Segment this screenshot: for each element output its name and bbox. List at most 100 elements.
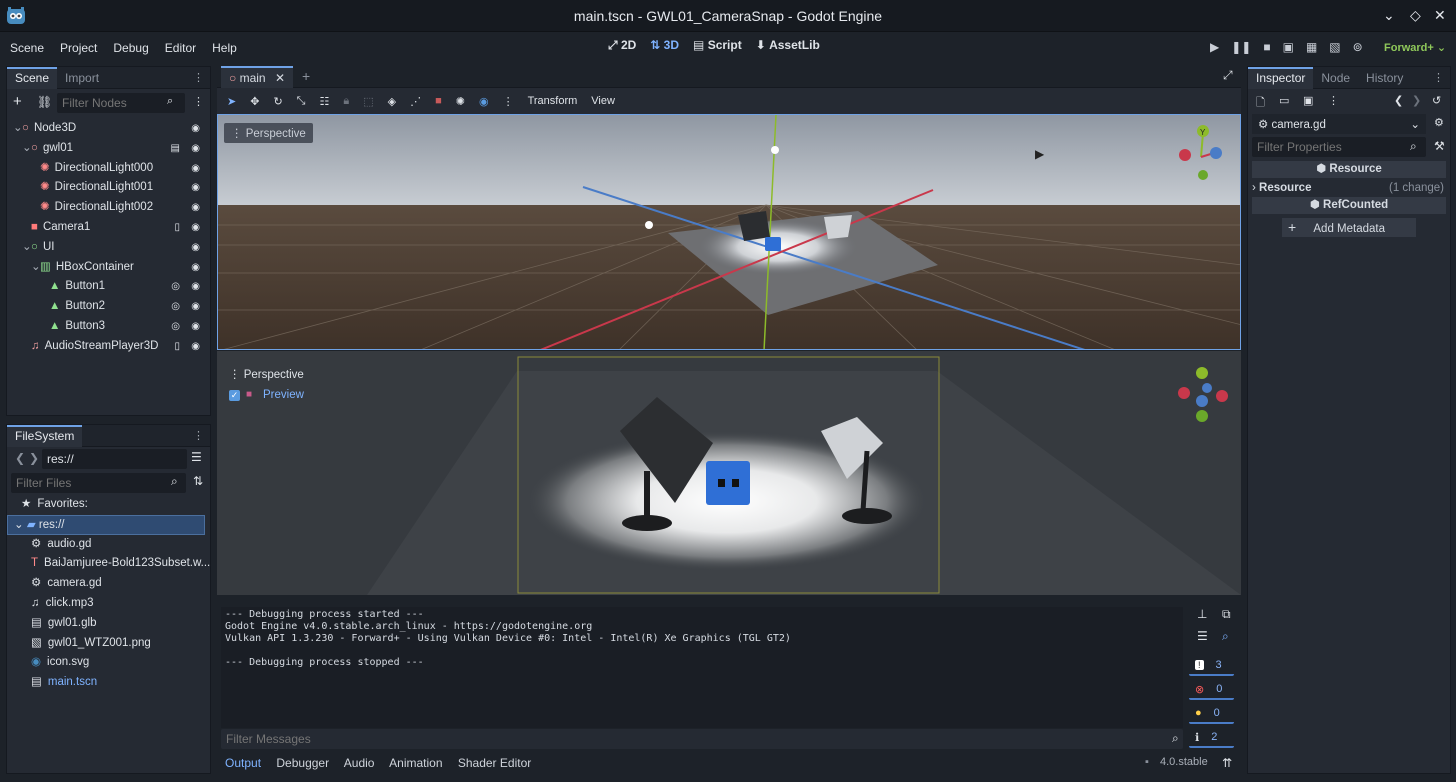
script-icon[interactable]: ▯ bbox=[174, 218, 180, 238]
lock-icon[interactable]: 🔒︎ bbox=[343, 95, 349, 108]
remote-debug-icon[interactable]: ▣ bbox=[1283, 40, 1294, 54]
preview-label[interactable]: Preview bbox=[263, 389, 304, 401]
res-root-row[interactable]: ⌄ ▰ res:// bbox=[7, 514, 205, 535]
move-tool-icon[interactable]: ✥ bbox=[250, 95, 259, 108]
minimize-icon[interactable]: ⌄ bbox=[1383, 7, 1395, 24]
rotate-tool-icon[interactable]: ↻ bbox=[273, 95, 282, 108]
visibility-eye-icon[interactable]: ◉ bbox=[191, 238, 200, 258]
history-forward-icon[interactable]: ❯ bbox=[1412, 94, 1421, 107]
chevron-down-icon[interactable]: ⌄ bbox=[31, 258, 41, 278]
tab-shader-editor[interactable]: Shader Editor bbox=[458, 756, 531, 770]
scene-node-row[interactable]: ⌄○ gwl01 ◉ ▤ bbox=[7, 139, 210, 159]
new-resource-icon[interactable]: 🗋︎ bbox=[1256, 94, 1265, 113]
search-toggle-icon[interactable]: ⌕ bbox=[1222, 629, 1229, 644]
add-metadata-button[interactable]: + Add Metadata bbox=[1282, 218, 1416, 237]
file-row[interactable]: ⚙ camera.gd bbox=[7, 574, 210, 594]
distraction-free-icon[interactable]: ⤢ bbox=[1223, 68, 1233, 83]
menu-scene[interactable]: Scene bbox=[0, 41, 52, 55]
clapper-icon[interactable]: ▤ bbox=[171, 139, 180, 159]
tab-filesystem[interactable]: FileSystem bbox=[7, 424, 83, 447]
viewport-top[interactable]: Y ⋮ Perspective ▶ bbox=[217, 114, 1241, 350]
script-icon[interactable]: ▯ bbox=[174, 337, 180, 357]
play-icon[interactable]: ▶ bbox=[1210, 40, 1219, 54]
viewport-bottom[interactable]: ⋮ Perspective ✓ ■ Preview bbox=[217, 351, 1241, 595]
transform-menu[interactable]: Transform bbox=[528, 95, 578, 107]
perspective-menu-bottom[interactable]: ⋮ Perspective bbox=[229, 367, 304, 381]
tab-history[interactable]: History bbox=[1358, 67, 1411, 89]
object-properties-icon[interactable]: ⚙ bbox=[1434, 116, 1444, 129]
favorites-row[interactable]: ★ Favorites: bbox=[7, 495, 210, 515]
inspector-menu-icon[interactable]: ⋮ bbox=[1433, 71, 1444, 84]
tab-animation[interactable]: Animation bbox=[389, 756, 442, 770]
file-row[interactable]: T BaiJamjuree-Bold123Subset.w... bbox=[7, 554, 210, 574]
local-space-icon[interactable]: ◈ bbox=[388, 95, 396, 108]
filesystem-menu-icon[interactable]: ⋮ bbox=[193, 429, 204, 442]
file-row[interactable]: ▤ main.tscn bbox=[7, 673, 210, 693]
scene-dock-menu-icon[interactable]: ⋮ bbox=[193, 71, 204, 84]
add-tab-icon[interactable]: + bbox=[302, 68, 310, 84]
signal-icon[interactable]: ◎ bbox=[171, 277, 180, 297]
close-window-icon[interactable]: ✕ bbox=[1434, 7, 1446, 24]
path-field[interactable] bbox=[42, 449, 187, 469]
perspective-menu-top[interactable]: ⋮ Perspective bbox=[224, 123, 313, 143]
menu-help[interactable]: Help bbox=[204, 41, 245, 55]
movie-maker-icon[interactable]: ⊚ bbox=[1353, 40, 1363, 54]
stop-icon[interactable]: ■ bbox=[1263, 40, 1270, 54]
snap-icon[interactable]: ⋰ bbox=[410, 95, 421, 108]
expand-panel-icon[interactable]: ⇈ bbox=[1222, 756, 1232, 770]
maximize-icon[interactable]: ◇ bbox=[1410, 7, 1421, 24]
section-resource[interactable]: ⬢ Resource bbox=[1252, 161, 1446, 178]
file-row[interactable]: ▤ gwl01.glb bbox=[7, 614, 210, 634]
clear-output-icon[interactable]: ⊥ bbox=[1197, 607, 1207, 621]
play-scene-icon[interactable]: ▦ bbox=[1306, 40, 1317, 54]
visibility-eye-icon[interactable]: ◉ bbox=[191, 119, 200, 139]
scene-node-row[interactable]: ■ Camera1 ◉ ▯ bbox=[7, 218, 210, 238]
chevron-down-icon[interactable]: ⌄ bbox=[13, 119, 23, 139]
open-folder-icon[interactable]: ▭ bbox=[1279, 94, 1289, 107]
visibility-eye-icon[interactable]: ◉ bbox=[191, 258, 200, 278]
visibility-eye-icon[interactable]: ◉ bbox=[191, 317, 200, 337]
visibility-eye-icon[interactable]: ◉ bbox=[191, 297, 200, 317]
tab-audio[interactable]: Audio bbox=[344, 756, 375, 770]
visibility-eye-icon[interactable]: ◉ bbox=[191, 178, 200, 198]
environment-icon[interactable]: ◉ bbox=[479, 95, 489, 108]
camera-icon[interactable]: ■ bbox=[435, 95, 442, 107]
tab-import[interactable]: Import bbox=[57, 67, 107, 89]
scene-node-row[interactable]: ⌄○ UI ◉ bbox=[7, 238, 210, 258]
view-menu[interactable]: View bbox=[591, 95, 615, 107]
scene-filter-menu-icon[interactable]: ⋮ bbox=[193, 95, 204, 108]
warnings-filter-toggle[interactable]: ● 0 bbox=[1189, 704, 1234, 724]
pause-icon[interactable]: ❚❚ bbox=[1231, 40, 1251, 54]
workspace-assetlib-button[interactable]: ⬇ AssetLib bbox=[756, 38, 820, 53]
chevron-down-icon[interactable]: ⌄ bbox=[22, 139, 32, 159]
filter-messages-input[interactable] bbox=[221, 729, 1183, 749]
save-icon[interactable]: ▣ bbox=[1303, 94, 1313, 107]
forward-icon[interactable]: ❯ bbox=[29, 451, 39, 465]
property-resource[interactable]: › Resource (1 change) bbox=[1252, 180, 1446, 197]
scene-node-row[interactable]: ⌄▥ HBoxContainer ◉ bbox=[7, 258, 210, 278]
preview-checkbox[interactable]: ✓ bbox=[229, 390, 240, 401]
scene-node-row[interactable]: ✺ DirectionalLight002 ◉ bbox=[7, 198, 210, 218]
play-custom-scene-icon[interactable]: ▧ bbox=[1329, 40, 1340, 54]
group-icon[interactable]: ⬚ bbox=[363, 95, 373, 108]
property-tools-icon[interactable]: ⚒ bbox=[1434, 139, 1445, 153]
scale-tool-icon[interactable]: ⤡ bbox=[297, 95, 306, 108]
tab-inspector[interactable]: Inspector bbox=[1248, 66, 1314, 89]
workspace-3d-button[interactable]: ⇅ 3D bbox=[650, 38, 679, 53]
link-icon[interactable]: ⛓ bbox=[37, 95, 52, 109]
messages-filter-toggle[interactable]: ! 3 bbox=[1189, 656, 1234, 676]
visibility-eye-icon[interactable]: ◉ bbox=[191, 218, 200, 238]
toolbar-menu-icon[interactable]: ⋮ bbox=[503, 95, 514, 108]
renderer-select[interactable]: Forward+ ⌄ bbox=[1384, 41, 1446, 54]
menu-editor[interactable]: Editor bbox=[157, 41, 204, 55]
scene-node-row[interactable]: ♫ AudioStreamPlayer3D ◉ ▯ bbox=[7, 337, 210, 357]
errors-filter-toggle[interactable]: ⊗ 0 bbox=[1189, 680, 1234, 700]
chevron-down-icon[interactable]: ⌄ bbox=[22, 238, 32, 258]
tab-output[interactable]: Output bbox=[225, 756, 261, 770]
scene-tab-main[interactable]: ○ main ✕ bbox=[221, 66, 294, 88]
workspace-script-button[interactable]: ▤ Script bbox=[693, 38, 742, 53]
group-messages-icon[interactable]: ☰ bbox=[1197, 629, 1208, 643]
workspace-2d-button[interactable]: ⤢ 2D bbox=[608, 38, 636, 53]
signal-icon[interactable]: ◎ bbox=[171, 297, 180, 317]
visibility-eye-icon[interactable]: ◉ bbox=[191, 337, 200, 357]
